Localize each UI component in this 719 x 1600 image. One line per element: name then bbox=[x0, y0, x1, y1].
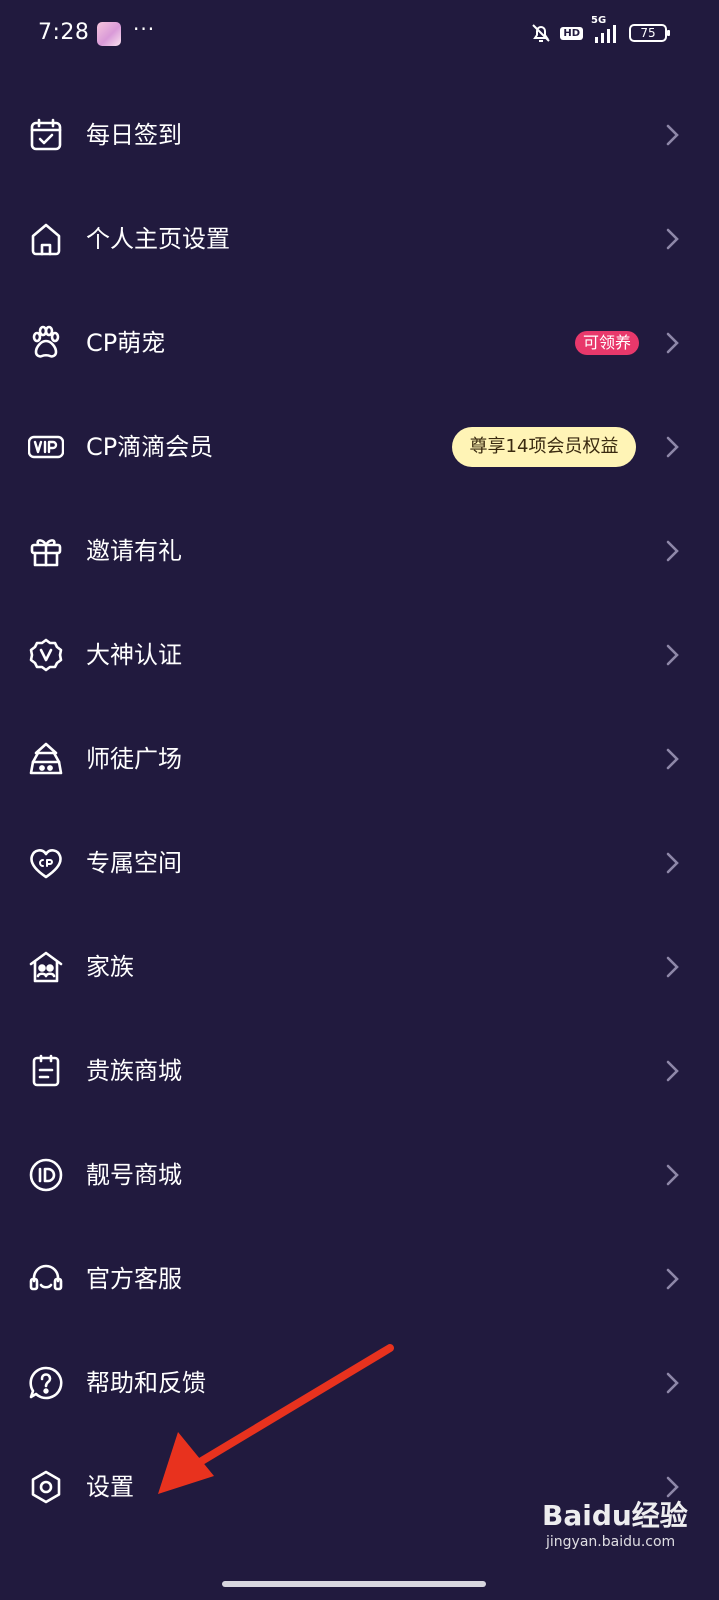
home-indicator[interactable] bbox=[222, 1581, 486, 1587]
menu-item-help-feedback[interactable]: 帮助和反馈 bbox=[0, 1331, 719, 1435]
verified-v-icon bbox=[28, 637, 64, 673]
menu-item-master-verification[interactable]: 大神认证 bbox=[0, 603, 719, 707]
menu-item-label: 官方客服 bbox=[86, 1265, 182, 1293]
menu-item-label: 帮助和反馈 bbox=[86, 1369, 206, 1397]
baidu-watermark: Baidu经验 jingyan.baidu.com bbox=[542, 1488, 712, 1558]
menu-item-label: 家族 bbox=[86, 953, 134, 981]
status-time: 7:28 bbox=[38, 20, 90, 45]
menu-item-mentor-square[interactable]: 师徒广场 bbox=[0, 707, 719, 811]
menu-item-label: 每日签到 bbox=[86, 121, 182, 149]
headset-icon bbox=[28, 1261, 64, 1297]
menu-item-label: 靓号商城 bbox=[86, 1161, 182, 1189]
menu-item-exclusive-space[interactable]: 专属空间 bbox=[0, 811, 719, 915]
menu-item-label: 个人主页设置 bbox=[86, 225, 230, 253]
cp-heart-icon bbox=[28, 845, 64, 881]
menu-item-customer-service[interactable]: 官方客服 bbox=[0, 1227, 719, 1331]
adoptable-badge: 可领养 bbox=[575, 331, 640, 355]
menu-item-label: 设置 bbox=[86, 1473, 134, 1501]
paw-icon bbox=[28, 325, 64, 361]
status-indicators: HD 5G 75 bbox=[530, 15, 670, 44]
menu-item-label: CP萌宠 bbox=[86, 329, 166, 357]
chevron-right-icon bbox=[664, 955, 680, 979]
menu-item-invite-gift[interactable]: 邀请有礼 bbox=[0, 499, 719, 603]
vip-benefits-badge[interactable]: 尊享14项会员权益 bbox=[452, 427, 636, 467]
mentor-icon bbox=[28, 741, 64, 777]
more-notifications-icon: ··· bbox=[133, 17, 156, 41]
family-house-icon bbox=[28, 949, 64, 985]
home-icon bbox=[28, 221, 64, 257]
bell-muted-icon bbox=[530, 22, 552, 44]
menu-item-label: 专属空间 bbox=[86, 849, 182, 877]
menu-item-label: 贵族商城 bbox=[86, 1057, 182, 1085]
chevron-right-icon bbox=[664, 1267, 680, 1291]
app-notification-icon bbox=[97, 22, 121, 46]
menu-item-cp-pet[interactable]: CP萌宠 可领养 bbox=[0, 291, 719, 395]
calendar-check-icon bbox=[28, 117, 64, 153]
vip-icon bbox=[28, 429, 64, 465]
battery-indicator: 75 bbox=[629, 24, 670, 42]
menu-item-label: CP滴滴会员 bbox=[86, 433, 214, 461]
id-icon bbox=[28, 1157, 64, 1193]
chevron-right-icon bbox=[664, 1371, 680, 1395]
status-bar: 7:28 ··· HD 5G 75 bbox=[0, 0, 719, 72]
help-icon bbox=[28, 1365, 64, 1401]
chevron-right-icon bbox=[664, 1163, 680, 1187]
chevron-right-icon bbox=[664, 1059, 680, 1083]
menu-item-label: 师徒广场 bbox=[86, 745, 182, 773]
menu-item-label: 邀请有礼 bbox=[86, 537, 182, 565]
chevron-right-icon bbox=[664, 851, 680, 875]
hd-icon: HD bbox=[560, 26, 583, 40]
settings-hexagon-icon bbox=[28, 1469, 64, 1505]
network-type: 5G bbox=[591, 15, 607, 26]
menu-item-profile-settings[interactable]: 个人主页设置 bbox=[0, 187, 719, 291]
watermark-logo: Baidu经验 bbox=[542, 1499, 688, 1532]
noble-shop-icon bbox=[28, 1053, 64, 1089]
chevron-right-icon bbox=[664, 331, 680, 355]
menu-item-vip-membership[interactable]: CP滴滴会员 尊享14项会员权益 bbox=[0, 395, 719, 499]
chevron-right-icon bbox=[664, 123, 680, 147]
chevron-right-icon bbox=[664, 435, 680, 459]
chevron-right-icon bbox=[664, 747, 680, 771]
menu-item-daily-checkin[interactable]: 每日签到 bbox=[0, 83, 719, 187]
chevron-right-icon bbox=[664, 539, 680, 563]
menu-item-id-shop[interactable]: 靓号商城 bbox=[0, 1123, 719, 1227]
signal-icon: 5G bbox=[591, 15, 621, 43]
chevron-right-icon bbox=[664, 643, 680, 667]
menu-item-noble-shop[interactable]: 贵族商城 bbox=[0, 1019, 719, 1123]
watermark-url: jingyan.baidu.com bbox=[546, 1534, 676, 1550]
gift-icon bbox=[28, 533, 64, 569]
chevron-right-icon bbox=[664, 227, 680, 251]
menu-item-label: 大神认证 bbox=[86, 641, 182, 669]
menu-item-family[interactable]: 家族 bbox=[0, 915, 719, 1019]
